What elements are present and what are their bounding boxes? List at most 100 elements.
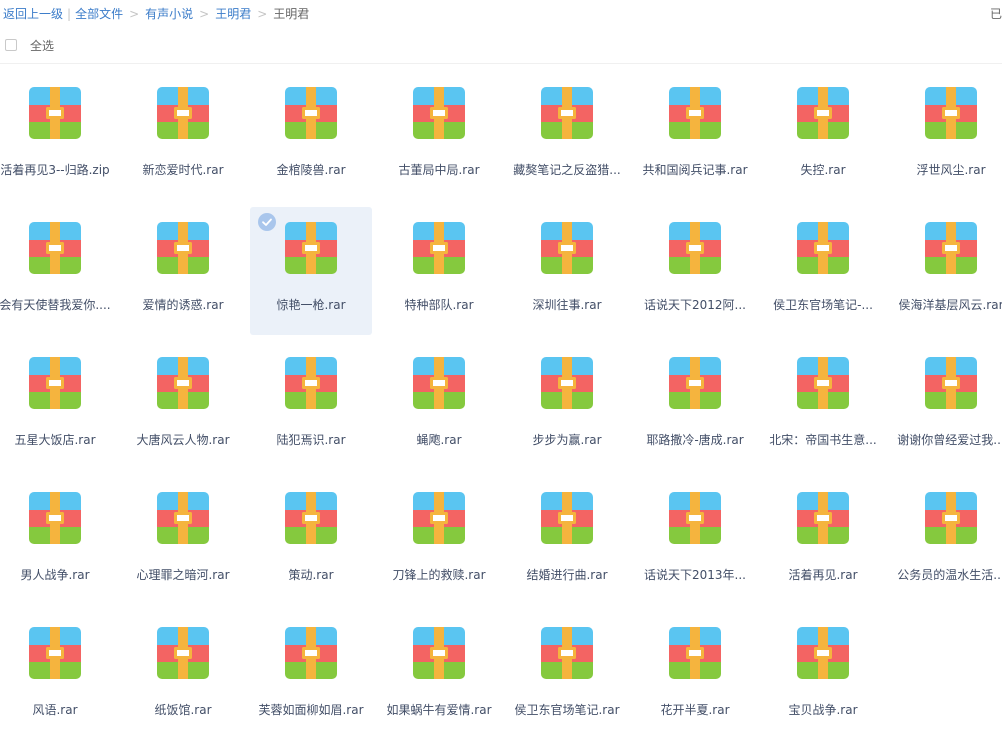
archive-rar-icon <box>797 357 849 409</box>
all-files-link[interactable]: 全部文件 <box>75 7 123 21</box>
file-name: 五星大饭店.rar <box>14 433 96 447</box>
file-item[interactable]: 侯卫东官场笔记-... <box>762 207 884 335</box>
archive-rar-icon <box>413 222 465 274</box>
file-item[interactable]: 侯卫东官场笔记.rar <box>506 612 628 740</box>
file-item[interactable]: 活着再见.rar <box>762 477 884 605</box>
file-name: 芙蓉如面柳如眉.rar <box>258 703 364 717</box>
archive-rar-icon <box>285 357 337 409</box>
file-item[interactable]: 五星大饭店.rar <box>0 342 116 470</box>
archive-rar-icon <box>797 492 849 544</box>
file-item[interactable]: 策动.rar <box>250 477 372 605</box>
file-item[interactable]: 风语.rar <box>0 612 116 740</box>
file-item[interactable]: 纸饭馆.rar <box>122 612 244 740</box>
file-name: 浮世风尘.rar <box>916 163 986 177</box>
file-item[interactable]: 芙蓉如面柳如眉.rar <box>250 612 372 740</box>
file-name: 策动.rar <box>288 568 334 582</box>
archive-rar-icon <box>797 627 849 679</box>
crumb-wang-mingjun[interactable]: 王明君 <box>215 7 251 21</box>
file-item[interactable]: 耶路撒冷-唐成.rar <box>634 342 756 470</box>
file-name: 北宋：帝国书生意... <box>769 433 877 447</box>
select-all-checkbox[interactable] <box>5 39 17 51</box>
file-name: 侯卫东官场笔记-... <box>773 298 873 312</box>
file-item[interactable]: 心理罪之暗河.rar <box>122 477 244 605</box>
file-item[interactable]: 刀锋上的救赎.rar <box>378 477 500 605</box>
file-item[interactable]: 特种部队.rar <box>378 207 500 335</box>
current-folder: 王明君 <box>273 7 310 21</box>
file-item[interactable]: 新恋爱时代.rar <box>122 72 244 200</box>
file-item[interactable]: 花开半夏.rar <box>634 612 756 740</box>
file-name: 陆犯焉识.rar <box>276 433 346 447</box>
archive-rar-icon <box>157 87 209 139</box>
file-name: 纸饭馆.rar <box>154 703 212 717</box>
file-name: 特种部队.rar <box>404 298 474 312</box>
file-name: 步步为赢.rar <box>532 433 602 447</box>
file-item[interactable]: 话说天下2012阿... <box>634 207 756 335</box>
file-item[interactable]: 北宋：帝国书生意... <box>762 342 884 470</box>
file-item[interactable]: 大唐风云人物.rar <box>122 342 244 470</box>
file-name: 话说天下2013年... <box>644 568 746 582</box>
archive-rar-icon <box>285 627 337 679</box>
file-item[interactable]: 金棺陵兽.rar <box>250 72 372 200</box>
file-item[interactable]: 惊艳一枪.rar <box>250 207 372 335</box>
archive-rar-icon <box>925 492 977 544</box>
file-item[interactable]: 陆犯焉识.rar <box>250 342 372 470</box>
file-item[interactable]: 深圳往事.rar <box>506 207 628 335</box>
file-name: 金棺陵兽.rar <box>276 163 346 177</box>
file-name: 深圳往事.rar <box>532 298 602 312</box>
archive-rar-icon <box>157 222 209 274</box>
file-item[interactable]: 失控.rar <box>762 72 884 200</box>
file-name: 如果蜗牛有爱情.rar <box>386 703 492 717</box>
archive-rar-icon <box>29 222 81 274</box>
file-item[interactable]: 话说天下2013年... <box>634 477 756 605</box>
archive-rar-icon <box>29 357 81 409</box>
archive-rar-icon <box>925 357 977 409</box>
file-name: 刀锋上的救赎.rar <box>392 568 486 582</box>
archive-rar-icon <box>541 627 593 679</box>
file-name: 古董局中局.rar <box>398 163 480 177</box>
archive-rar-icon <box>797 222 849 274</box>
archive-rar-icon <box>669 492 721 544</box>
breadcrumb-separator: > <box>257 7 268 21</box>
archive-rar-icon <box>925 87 977 139</box>
archive-rar-icon <box>413 357 465 409</box>
file-item[interactable]: 宝贝战争.rar <box>762 612 884 740</box>
file-item[interactable]: 古董局中局.rar <box>378 72 500 200</box>
selected-check-icon[interactable] <box>258 213 276 231</box>
file-name: 活着再见.rar <box>788 568 858 582</box>
file-name: 惊艳一枪.rar <box>276 298 346 312</box>
crumb-audio-novels[interactable]: 有声小说 <box>145 7 193 21</box>
file-item[interactable]: 步步为赢.rar <box>506 342 628 470</box>
file-name: 共和国阅兵记事.rar <box>642 163 748 177</box>
file-item[interactable]: 共和国阅兵记事.rar <box>634 72 756 200</box>
back-link[interactable]: 返回上一级 <box>3 7 63 21</box>
file-name: 爱情的诱惑.rar <box>142 298 224 312</box>
archive-rar-icon <box>669 357 721 409</box>
loaded-count-text: 已 <box>990 7 1002 21</box>
file-item[interactable]: 公务员的温水生活... <box>890 477 1002 605</box>
file-item[interactable]: 蝇飑.rar <box>378 342 500 470</box>
file-name: 花开半夏.rar <box>660 703 730 717</box>
file-item[interactable]: 会有天使替我爱你.... <box>0 207 116 335</box>
file-name: 宝贝战争.rar <box>788 703 858 717</box>
file-item[interactable]: 结婚进行曲.rar <box>506 477 628 605</box>
archive-rar-icon <box>413 492 465 544</box>
file-item[interactable]: 浮世风尘.rar <box>890 72 1002 200</box>
archive-rar-icon <box>797 87 849 139</box>
select-all-label: 全选 <box>30 38 55 53</box>
file-item[interactable]: 谢谢你曾经爱过我... <box>890 342 1002 470</box>
archive-rar-icon <box>541 87 593 139</box>
file-name: 藏獒笔记之反盗猎... <box>513 163 621 177</box>
archive-rar-icon <box>157 492 209 544</box>
file-item[interactable]: 藏獒笔记之反盗猎... <box>506 72 628 200</box>
file-item[interactable]: 侯海洋基层风云.rar <box>890 207 1002 335</box>
file-name: 失控.rar <box>800 163 846 177</box>
file-item[interactable]: 爱情的诱惑.rar <box>122 207 244 335</box>
archive-rar-icon <box>669 627 721 679</box>
select-all[interactable]: 全选 <box>5 36 54 54</box>
file-item[interactable]: 如果蜗牛有爱情.rar <box>378 612 500 740</box>
file-name: 会有天使替我爱你.... <box>0 298 111 312</box>
file-item[interactable]: 活着再见3--归路.zip <box>0 72 116 200</box>
archive-rar-icon <box>541 492 593 544</box>
toolbar-divider <box>0 63 1002 64</box>
file-item[interactable]: 男人战争.rar <box>0 477 116 605</box>
